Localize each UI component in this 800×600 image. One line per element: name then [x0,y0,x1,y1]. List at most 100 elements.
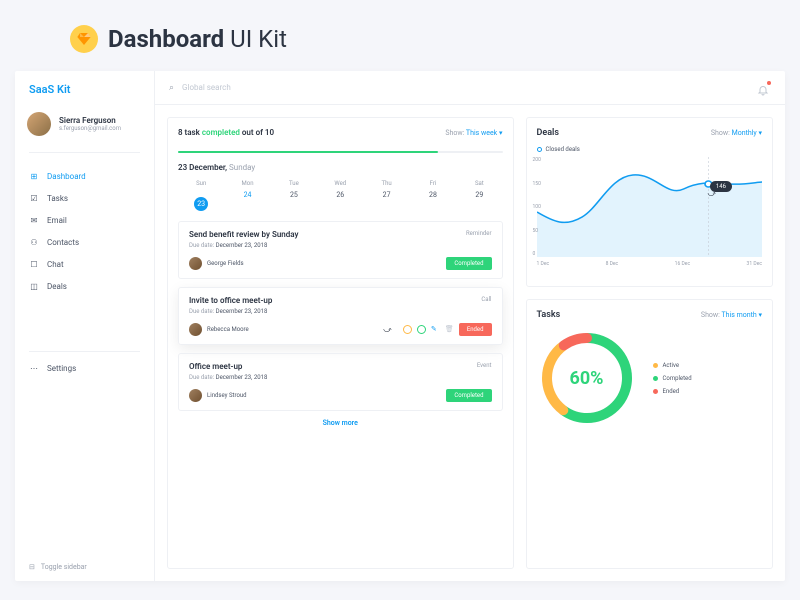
avatar [189,389,202,402]
main: ⌕ 8 task completed out of 10 Show: This … [155,71,785,581]
donut-chart[interactable]: 60% [537,328,637,428]
task-item[interactable]: Send benefit review by Sunday Reminder Due… [178,221,503,279]
sidebar-item-label: Email [47,216,67,225]
search-icon: ⌕ [169,83,174,93]
page-heading: Dashboard UI Kit [0,0,800,71]
task-title: Send benefit review by Sunday [189,230,298,239]
calendar-day[interactable]: Sat29 [456,180,502,211]
sidebar-item-email[interactable]: ✉ Email [15,209,154,231]
mail-icon: ✉ [29,215,39,225]
sidebar-item-dashboard[interactable]: ⊞ Dashboard [15,165,154,187]
task-title: Invite to office meet-up [189,296,272,305]
toggle-sidebar[interactable]: ⊟ Toggle sidebar [15,553,154,581]
deals-icon: ◫ [29,281,39,291]
avatar [27,112,51,136]
deals-filter[interactable]: Show: Monthly ▾ [711,129,762,137]
sidebar-item-label: Dashboard [47,172,86,181]
diamond-icon [70,25,98,53]
sidebar-item-label: Settings [47,364,76,373]
task-item[interactable]: Office meet-up Event Due date: December 23… [178,353,503,411]
deals-panel: Deals Show: Monthly ▾ Closed deals 20015… [526,117,774,287]
grid-icon: ⊞ [29,171,39,181]
tasks-filter[interactable]: Show: This week ▾ [445,129,502,137]
task-type: Call [481,296,491,303]
sidebar-item-label: Chat [47,260,64,269]
sidebar-item-tasks[interactable]: ☑Tasks [15,187,154,209]
legend-item: Active [653,362,692,369]
status-badge: Completed [446,389,491,402]
tasks-panel: 8 task completed out of 10 Show: This we… [167,117,514,569]
task-assignee[interactable]: George Fields [189,257,244,270]
logo[interactable]: SaaS Kit [15,71,154,108]
page-title: Dashboard UI Kit [108,25,287,53]
user-name: Sierra Ferguson [59,116,121,125]
status-active-icon[interactable] [403,325,412,334]
task-list: Send benefit review by Sunday Reminder Due… [178,221,503,411]
topbar: ⌕ [155,71,785,105]
search-input[interactable] [182,83,749,92]
calendar-day[interactable]: Wed26 [317,180,363,211]
avatar [189,323,202,336]
sidebar-item-deals[interactable]: ◫ Deals [15,275,154,297]
user-profile[interactable]: Sierra Ferguson s.ferguson@gmail.com [15,108,154,146]
task-actions: ⤻ ✎ 🗑 Ended [383,323,491,336]
task-due: Due date: December 23, 2018 [189,374,492,381]
calendar-week: Sun23Mon24Tue25Wed26Thu27Fri28Sat29 [178,180,503,211]
task-assignee[interactable]: Rebecca Moore [189,323,249,336]
task-item[interactable]: Invite to office meet-upCallDue date: De… [178,287,503,345]
sidebar-item-label: Deals [47,282,67,291]
status-badge: Ended [459,323,492,336]
tasks-donut-panel: Tasks Show: This month ▾ [526,299,774,569]
notification-bell-icon[interactable] [757,81,771,95]
status-complete-icon[interactable] [417,325,426,334]
calendar-day[interactable]: Mon24 [224,180,270,211]
cursor-icon: ⤻ [707,189,716,199]
chevron-down-icon: ▾ [758,129,762,137]
chevron-down-icon: ▾ [758,311,762,319]
edit-icon[interactable]: ✎ [431,325,440,334]
legend-dot-icon [537,147,542,152]
delete-icon[interactable]: 🗑 [445,325,454,334]
collapse-icon: ⊟ [29,563,35,571]
user-icon: ⚇ [29,237,39,247]
task-summary: 8 task completed out of 10 [178,128,274,137]
donut-percent: 60% [537,328,637,428]
nav: ⊞ Dashboard ☑Tasks ✉ Email ⚇ Contacts ☐Chat ◫ Dea… [15,159,154,345]
tasks-donut-filter[interactable]: Show: This month ▾ [701,311,762,319]
chart-xaxis: 1 Dec8 Dec16 Dec31 Dec [537,261,763,267]
show-more-button[interactable]: Show more [178,411,503,429]
legend-dot-icon [653,376,658,381]
sidebar-item-label: Contacts [47,238,79,247]
user-email: s.ferguson@gmail.com [59,125,121,132]
task-title: Office meet-up [189,362,242,371]
task-type: Event [477,362,492,369]
calendar-day[interactable]: Sun23 [178,180,224,211]
sidebar-item-settings[interactable]: ⋯ Settings [15,358,154,380]
calendar-day[interactable]: Fri28 [410,180,456,211]
deals-chart[interactable]: 200150100500 146 ⤻ [537,157,763,257]
legend-dot-icon [653,389,658,394]
sidebar-item-chat[interactable]: ☐Chat [15,253,154,275]
task-type: Reminder [466,230,492,237]
tasks-donut-title: Tasks [537,310,561,320]
deals-legend: Closed deals [537,146,763,153]
calendar-day[interactable]: Tue25 [271,180,317,211]
dots-icon: ⋯ [29,364,39,374]
donut-legend: Active Completed Ended [653,362,692,395]
check-icon: ☑ [29,193,39,203]
calendar-day[interactable]: Thu27 [363,180,409,211]
app-window: SaaS Kit Sierra Ferguson s.ferguson@gmai… [15,71,785,581]
progress-bar [178,151,503,153]
chevron-down-icon: ▾ [499,129,503,137]
task-due: Due date: December 23, 2018 [189,242,492,249]
task-assignee[interactable]: Lindsey Stroud [189,389,247,402]
legend-item: Ended [653,388,692,395]
legend-item: Completed [653,375,692,382]
avatar [189,257,202,270]
date-header: 23 December, Sunday [178,163,503,172]
status-badge: Completed [446,257,491,270]
deals-title: Deals [537,128,560,138]
legend-dot-icon [653,363,658,368]
sidebar-item-contacts[interactable]: ⚇ Contacts [15,231,154,253]
cursor-icon: ⤻ [383,325,392,335]
